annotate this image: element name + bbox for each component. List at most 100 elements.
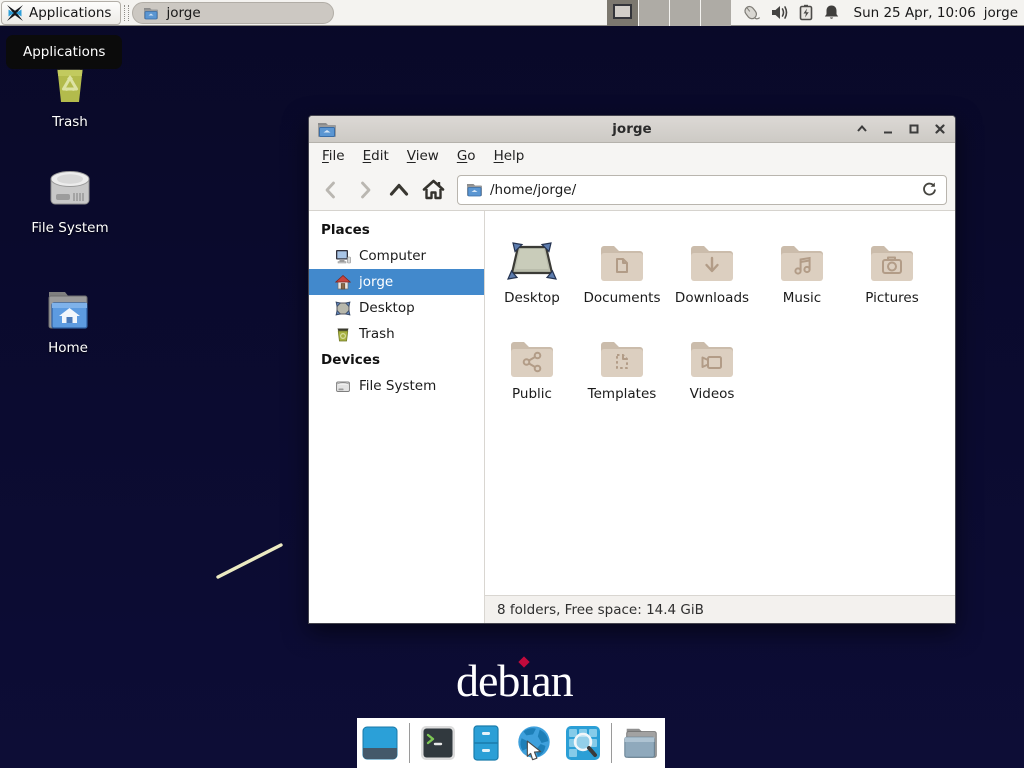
menu-file[interactable]: File [313,144,354,168]
minimize-button[interactable] [880,122,895,137]
xfce-applications-icon [6,4,24,22]
shade-button[interactable] [854,122,869,137]
file-name: Music [783,290,821,306]
file-view[interactable]: Desktop Documents [485,211,955,623]
menu-view[interactable]: View [398,144,448,168]
sidebar-item-desktop[interactable]: Desktop [309,295,484,321]
home-folder-icon [44,288,92,332]
dock-show-desktop[interactable] [361,723,400,763]
menu-help[interactable]: Help [485,144,534,168]
file-item-pictures[interactable]: Pictures [847,227,937,323]
panel-clock[interactable]: Sun 25 Apr, 10:06 [854,5,976,21]
desktop-mini-icon [335,301,351,316]
debian-logo-i: ı [519,655,531,706]
drive-icon [45,166,95,212]
path-folder-icon [466,182,483,197]
window-folder-icon [317,121,337,138]
file-name: Desktop [504,290,560,306]
menu-edit[interactable]: Edit [354,144,398,168]
dock-application-finder[interactable] [563,723,602,763]
sidebar-item-label: jorge [359,274,393,290]
sidebar-item-label: Desktop [359,300,415,316]
workspace-1[interactable] [607,0,638,26]
directory-menu-icon [621,724,661,762]
web-browser-icon [514,723,554,763]
sidebar-item-trash[interactable]: Trash [309,321,484,347]
close-button[interactable] [932,122,947,137]
sidebar-item-file-system[interactable]: File System [309,373,484,399]
desktop-icon-file-system[interactable]: File System [15,166,125,236]
trash-mini-icon [335,327,351,342]
sidebar-item-label: Computer [359,248,426,264]
debian-logo-text: deb [456,655,519,706]
path-bar[interactable]: /home/jorge/ [457,175,947,205]
forward-button[interactable] [351,176,379,204]
up-button[interactable] [385,176,413,204]
file-item-music[interactable]: Music [757,227,847,323]
sidebar-header-places: Places [309,217,484,243]
folder-templates-icon [598,337,646,379]
file-name: Pictures [865,290,918,306]
dock-separator [409,723,410,763]
sidebar-item-computer[interactable]: Computer [309,243,484,269]
folder-window-icon [143,6,159,20]
applications-menu-button[interactable]: Applications [1,1,121,25]
workspace-4[interactable] [700,0,731,26]
window-controls [854,122,947,137]
dock-web-browser[interactable] [514,723,554,763]
folder-music-icon [778,241,826,283]
workspace-pager[interactable] [607,0,731,26]
volume-icon[interactable] [771,4,790,21]
taskbar-window-button[interactable]: jorge [132,2,334,24]
desktop-icon-home[interactable]: Home [13,288,123,356]
applications-menu-label: Applications [29,5,111,21]
dock-terminal[interactable] [419,723,458,763]
path-input[interactable]: /home/jorge/ [490,182,914,198]
maximize-button[interactable] [906,122,921,137]
home-button[interactable] [419,176,447,204]
desktop-icon-label: Trash [52,114,88,130]
application-finder-icon [564,724,602,762]
file-name: Documents [584,290,661,306]
toolbar: /home/jorge/ [309,169,955,211]
sidebar-item-jorge[interactable]: jorge [309,269,484,295]
folder-public-icon [508,337,556,379]
file-item-documents[interactable]: Documents [577,227,667,323]
desktop-icon-label: Home [48,340,88,356]
folder-pictures-icon [868,241,916,283]
folder-downloads-icon [688,241,736,283]
debian-logo: debıan [456,656,573,707]
reload-icon[interactable] [921,181,938,198]
file-item-public[interactable]: Public [487,323,577,419]
notification-bell-icon[interactable] [823,4,840,21]
file-item-downloads[interactable]: Downloads [667,227,757,323]
file-item-videos[interactable]: Videos [667,323,757,419]
system-tray [741,3,840,22]
user-home-icon [335,275,351,290]
dock-file-manager[interactable] [467,723,506,763]
back-button[interactable] [317,176,345,204]
titlebar[interactable]: jorge [309,116,955,143]
sidebar-item-label: File System [359,378,436,394]
panel-username[interactable]: jorge [984,5,1018,21]
computer-icon [335,249,351,264]
battery-icon[interactable] [799,4,814,21]
dock-separator [611,723,612,763]
file-name: Templates [588,386,657,402]
menu-go[interactable]: Go [448,144,485,168]
workspace-2[interactable] [638,0,669,26]
file-name: Videos [690,386,735,402]
cursor-line [210,538,292,584]
file-manager-window: jorge File Edit View Go Help [308,115,956,624]
file-item-desktop[interactable]: Desktop [487,227,577,323]
dock-directory-menu[interactable] [621,723,661,763]
panel-handle[interactable] [124,5,129,21]
dock [357,718,665,768]
file-item-templates[interactable]: Templates [577,323,667,419]
workspace-3[interactable] [669,0,700,26]
applications-tooltip: Applications [6,35,122,69]
top-panel: Applications jorge [0,0,1024,26]
debian-logo-text: an [531,655,572,706]
sidebar-header-devices: Devices [309,347,484,373]
mouse-icon[interactable] [741,3,762,22]
